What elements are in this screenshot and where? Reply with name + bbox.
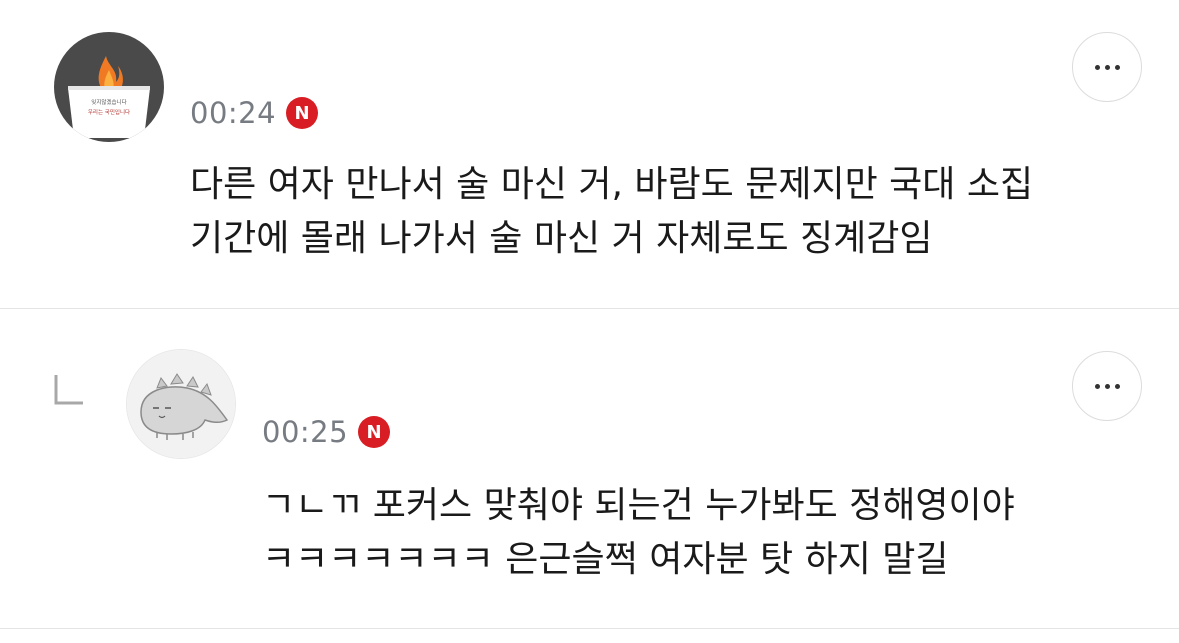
more-options-button[interactable] [1072,351,1142,421]
svg-text:잊지않겠습니다: 잊지않겠습니다 [91,98,126,106]
comment-meta: 00:24 N [190,96,319,130]
more-options-button[interactable] [1072,32,1142,102]
comment-line: ㅋㅋㅋㅋㅋㅋㅋ 은근슬쩍 여자분 탓 하지 말길 [262,539,949,580]
comment-body: 다른 여자 만나서 술 마신 거, 바람도 문제지만 국대 소집 기간에 몰래 … [190,158,1033,266]
more-dot [1114,64,1120,70]
comment-meta: 00:25 N [262,415,391,449]
svg-text:우리는 국민입니다: 우리는 국민입니다 [88,108,130,116]
more-dot [1104,64,1110,70]
comment-line: ㄱㄴㄲ 포커스 맞춰야 되는건 누가봐도 정해영이야 [262,485,1015,526]
more-dots-icon [1094,64,1100,70]
more-dot [1114,383,1120,389]
avatar[interactable] [126,349,236,459]
divider [0,628,1179,629]
naver-badge-icon: N [358,416,391,448]
avatar[interactable]: 잊지않겠습니다 우리는 국민입니다 [54,32,164,142]
dinosaur-avatar-icon [127,350,235,458]
reply-arrow-icon [54,375,83,405]
comment-time: 00:24 [190,96,277,130]
comment-body: ㄱㄴㄲ 포커스 맞춰야 되는건 누가봐도 정해영이야 ㅋㅋㅋㅋㅋㅋㅋ 은근슬쩍 … [262,479,1015,587]
reply-item: 00:25 N ㄱㄴㄲ 포커스 맞춰야 되는건 누가봐도 정해영이야 ㅋㅋㅋㅋㅋ… [0,309,1179,629]
comment-line: 기간에 몰래 나가서 술 마신 거 자체로도 징계감임 [190,218,933,259]
comment-item: 잊지않겠습니다 우리는 국민입니다 00:24 N 다른 여자 만나서 술 마신… [0,0,1179,308]
naver-badge-icon: N [286,97,319,129]
candle-avatar-icon: 잊지않겠습니다 우리는 국민입니다 [54,32,164,142]
more-dot [1104,383,1110,389]
comment-time: 00:25 [262,415,349,449]
more-dots-icon [1094,383,1100,389]
comment-line: 다른 여자 만나서 술 마신 거, 바람도 문제지만 국대 소집 [190,164,1034,205]
